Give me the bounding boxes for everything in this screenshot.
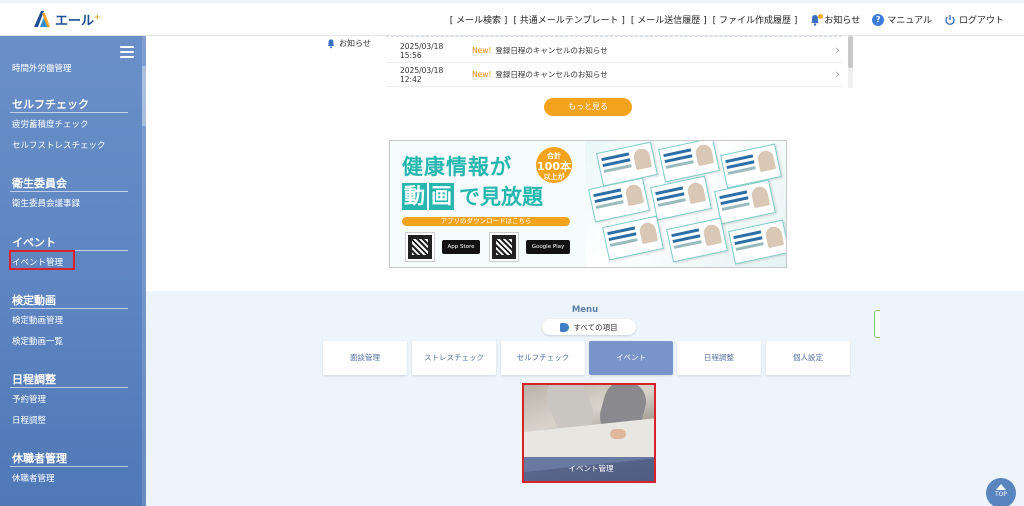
- sidebar: 時間外労働管理 セルフチェック 疲労蓄積度チェック セルフストレスチェック 衛生…: [0, 36, 146, 506]
- scroll-to-top-button[interactable]: TOP: [986, 478, 1016, 506]
- help-icon: ?: [872, 13, 885, 26]
- divider: [10, 387, 128, 388]
- banner-text-area: 健康情報が 動画で見放題 合計 100本 以上が アプリのダウンロードはこちら …: [390, 141, 585, 267]
- notice-title: 登録日程のキャンセルのお知らせ: [495, 70, 608, 79]
- notice-label-text: お知らせ: [339, 39, 371, 48]
- notice-date: 2025/03/18 12:42: [400, 65, 444, 84]
- divider: [10, 191, 128, 192]
- video-thumbnail: [588, 177, 650, 223]
- sidebar-item-exam-video-list[interactable]: 検定動画一覧: [12, 335, 63, 347]
- divider: [10, 112, 128, 113]
- highlight-box: [9, 250, 75, 270]
- all-items-label: すべての項目: [573, 322, 618, 332]
- manual-label: マニュアル: [887, 16, 932, 26]
- sidebar-heading-leave: 休職者管理: [12, 452, 67, 465]
- notice-date: 2025/03/18 15:56: [400, 41, 444, 60]
- power-icon: [945, 14, 955, 25]
- notice-item[interactable]: 2025/03/18 15:56 New! 登録日程のキャンセルのお知らせ ›: [386, 39, 842, 63]
- app-header: エール+ [ メール検索 ] [ 共通メールテンプレート ] [ メール送信履歴…: [0, 0, 1024, 36]
- arrow-up-icon: [996, 484, 1006, 490]
- event-management-tile[interactable]: イベント管理: [522, 383, 656, 483]
- menu-button-event[interactable]: イベント: [589, 341, 673, 375]
- top-nav: [ メール検索 ] [ 共通メールテンプレート ] [ メール送信履歴 ] [ …: [450, 13, 1004, 26]
- chevron-right-icon: ›: [835, 43, 840, 57]
- nav-mail-search[interactable]: [ メール検索 ]: [450, 13, 508, 26]
- notice-label: お知らせ: [326, 38, 371, 49]
- video-thumbnail: [596, 141, 658, 187]
- sidebar-heading-selfcheck: セルフチェック: [12, 98, 89, 111]
- banner-headline-1: 健康情報が: [402, 155, 512, 179]
- app-logo[interactable]: エール+: [32, 9, 101, 29]
- banner-headline-2: 動画で見放題: [402, 182, 543, 210]
- logout-link[interactable]: ログアウト: [944, 13, 1004, 26]
- menu-button-stress-check[interactable]: ストレスチェック: [412, 341, 496, 375]
- divider: [10, 308, 128, 309]
- notice-item[interactable]: 2025/03/18 12:42 New! 登録日程のキャンセルのお知らせ ›: [386, 63, 842, 87]
- new-badge: New!: [472, 70, 492, 79]
- logo-text: エール+: [55, 12, 101, 29]
- video-thumbnail: [728, 219, 786, 265]
- video-thumbnail: [666, 217, 728, 263]
- manual-link[interactable]: ? マニュアル: [872, 13, 932, 26]
- tag-icon: [560, 322, 570, 332]
- nav-file-creation-history[interactable]: [ ファイル作成履歴 ]: [713, 13, 798, 26]
- video-thumbnail: [650, 175, 712, 221]
- tile-caption: イベント管理: [524, 457, 654, 481]
- video-thumbnail: [720, 143, 782, 189]
- menu-button-schedule[interactable]: 日程調整: [677, 341, 761, 375]
- video-thumbnail: [602, 215, 664, 261]
- sidebar-item-schedule-adjustment[interactable]: 日程調整: [12, 414, 46, 426]
- menu-button-personal-settings[interactable]: 個人設定: [766, 341, 850, 375]
- nav-common-mail-template[interactable]: [ 共通メールテンプレート ]: [513, 13, 624, 26]
- menu-button-interview[interactable]: 面談管理: [323, 341, 407, 375]
- sidebar-heading-exam-video: 検定動画: [12, 294, 56, 307]
- google-play-badge[interactable]: Google Play: [526, 240, 570, 254]
- menu-section: Menu すべての項目 面談管理 ストレスチェック セルフチェック イベント 日…: [146, 291, 1024, 506]
- notifications-label: お知らせ: [824, 16, 861, 26]
- qr-code-icon: [405, 232, 435, 262]
- qr-code-icon: [489, 232, 519, 262]
- notification-badge: [818, 13, 824, 19]
- notice-scroll-thumb[interactable]: [848, 36, 853, 68]
- video-thumbnail: [714, 179, 776, 225]
- more-button[interactable]: もっと見る: [544, 98, 632, 116]
- banner-count-badge: 合計 100本 以上が: [536, 147, 572, 183]
- bell-icon: [327, 39, 335, 49]
- bell-icon: [809, 13, 824, 26]
- notice-scrollbar[interactable]: [848, 36, 853, 88]
- sidebar-item-fatigue-check[interactable]: 疲労蓄積度チェック: [12, 118, 89, 130]
- sidebar-heading-event: イベント: [12, 236, 56, 249]
- new-badge: New!: [472, 46, 492, 55]
- app-store-badge[interactable]: App Store: [442, 240, 480, 254]
- menu-button-self-check[interactable]: セルフチェック: [501, 341, 585, 375]
- sidebar-item-committee-minutes[interactable]: 衛生委員会議事録: [12, 197, 80, 209]
- notice-title: 登録日程のキャンセルのお知らせ: [495, 46, 608, 55]
- banner-download-text: アプリのダウンロードはこちら: [402, 217, 570, 226]
- sidebar-item-overtime[interactable]: 時間外労働管理: [12, 62, 72, 74]
- notice-list: 2025/03/18 15:56 New! 登録日程のキャンセルのお知らせ › …: [386, 36, 842, 88]
- hamburger-menu-icon[interactable]: [120, 46, 134, 58]
- logout-label: ログアウト: [958, 16, 1004, 26]
- sidebar-item-leave-management[interactable]: 休職者管理: [12, 472, 55, 484]
- sidebar-heading-schedule: 日程調整: [12, 373, 56, 386]
- sidebar-heading-health-committee: 衛生委員会: [12, 177, 67, 190]
- sidebar-item-self-stress-check[interactable]: セルフストレスチェック: [12, 139, 106, 151]
- sidebar-item-reservation-management[interactable]: 予約管理: [12, 393, 46, 405]
- chevron-right-icon: ›: [835, 67, 840, 81]
- banner-video-collage: [585, 141, 786, 267]
- main-content: お知らせ 2025/03/18 15:56 New! 登録日程のキャンセルのお知…: [146, 36, 1024, 506]
- logo-mark-icon: [34, 11, 50, 27]
- sidebar-item-exam-video-management[interactable]: 検定動画管理: [12, 314, 63, 326]
- all-items-button[interactable]: すべての項目: [542, 319, 636, 335]
- video-thumbnail: [658, 141, 720, 183]
- menu-title: Menu: [571, 305, 599, 315]
- side-feedback-tab[interactable]: [874, 310, 880, 338]
- notifications-link[interactable]: お知らせ: [809, 13, 860, 26]
- health-video-banner[interactable]: 健康情報が 動画で見放題 合計 100本 以上が アプリのダウンロードはこちら …: [389, 140, 787, 268]
- divider: [10, 466, 128, 467]
- top-button-label: TOP: [994, 491, 1007, 498]
- nav-mail-send-history[interactable]: [ メール送信履歴 ]: [631, 13, 707, 26]
